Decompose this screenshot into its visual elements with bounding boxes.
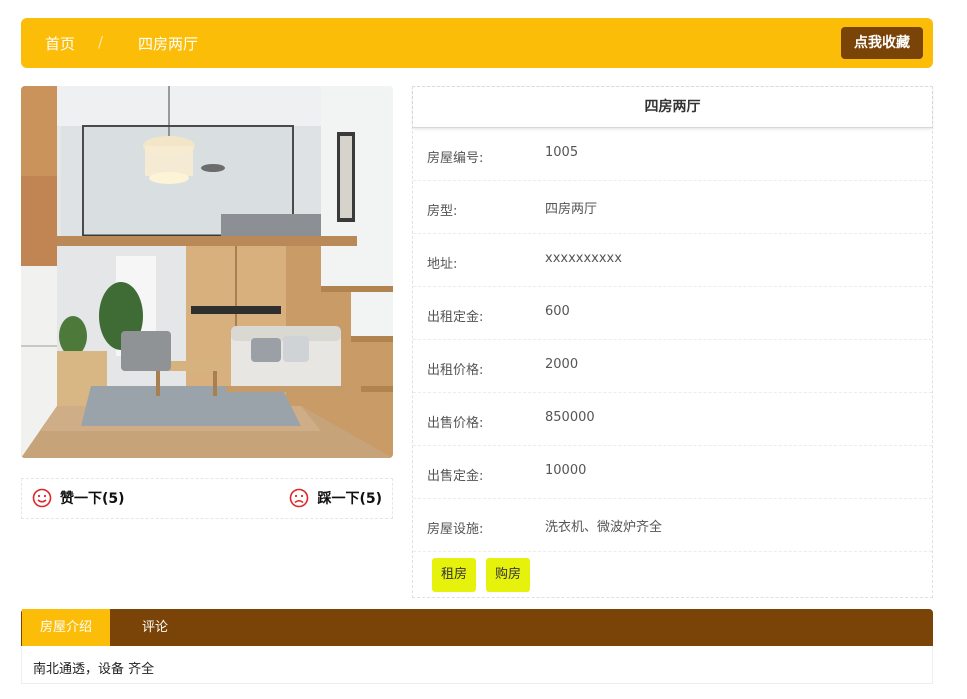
detail-title: 四房两厅 <box>413 87 932 128</box>
row-value: 600 <box>545 304 570 319</box>
detail-row-rent-deposit: 出租定金: 600 <box>413 287 932 340</box>
detail-row-address: 地址: xxxxxxxxxx <box>413 234 932 287</box>
detail-row-facilities: 房屋设施: 洗衣机、微波炉齐全 <box>413 499 932 552</box>
detail-row-rent-price: 出租价格: 2000 <box>413 340 932 393</box>
smile-icon <box>32 488 52 508</box>
like-label: 赞一下(5) <box>60 491 125 507</box>
tab-house-intro[interactable]: 房屋介绍 <box>22 609 110 646</box>
frown-icon <box>290 488 309 508</box>
row-value: 1005 <box>545 145 579 160</box>
breadcrumb-home-link[interactable]: 首页 <box>45 33 75 54</box>
row-label: 出租价格: <box>427 363 484 378</box>
row-label: 出售定金: <box>427 469 484 484</box>
row-label: 出售价格: <box>427 416 484 431</box>
row-label: 地址: <box>427 257 458 272</box>
row-label: 房屋设施: <box>427 522 484 537</box>
tab-content-intro: 南北通透，设备 齐全 <box>21 646 933 684</box>
house-detail-panel: 四房两厅 房屋编号: 1005 房型: 四房两厅 地址: xxxxxxxxxx … <box>412 86 933 598</box>
breadcrumb-separator: / <box>98 33 104 51</box>
buy-button[interactable]: 购房 <box>486 558 530 592</box>
dislike-button[interactable]: 踩一下(5) <box>289 488 382 508</box>
intro-text: 南北通透，设备 齐全 <box>33 662 155 677</box>
row-label: 房型: <box>427 204 458 219</box>
like-button[interactable]: 赞一下(5) <box>32 488 125 508</box>
row-value: 四房两厅 <box>545 202 598 217</box>
top-breadcrumb-bar: 首页 / 四房两厅 点我收藏 <box>21 18 933 68</box>
breadcrumb-current: 四房两厅 <box>138 35 199 53</box>
detail-actions: 租房 购房 <box>413 552 932 600</box>
loft-interior-image <box>21 86 393 458</box>
dislike-label: 踩一下(5) <box>317 491 382 507</box>
detail-row-id: 房屋编号: 1005 <box>413 128 932 181</box>
row-value: 10000 <box>545 463 587 478</box>
house-photo <box>21 86 393 458</box>
detail-row-sale-price: 出售价格: 850000 <box>413 393 932 446</box>
rent-button[interactable]: 租房 <box>432 558 476 592</box>
row-value: xxxxxxxxxx <box>545 251 622 266</box>
tab-comments[interactable]: 评论 <box>119 609 191 646</box>
detail-row-type: 房型: 四房两厅 <box>413 181 932 234</box>
detail-row-sale-deposit: 出售定金: 10000 <box>413 446 932 499</box>
row-value: 850000 <box>545 410 595 425</box>
row-value: 2000 <box>545 357 579 372</box>
row-value: 洗衣机、微波炉齐全 <box>545 520 663 535</box>
vote-panel: 赞一下(5) 踩一下(5) <box>21 478 393 519</box>
row-label: 出租定金: <box>427 310 484 325</box>
row-label: 房屋编号: <box>427 151 484 166</box>
favorite-button[interactable]: 点我收藏 <box>841 27 923 59</box>
tab-bar: 房屋介绍 评论 <box>21 609 933 646</box>
